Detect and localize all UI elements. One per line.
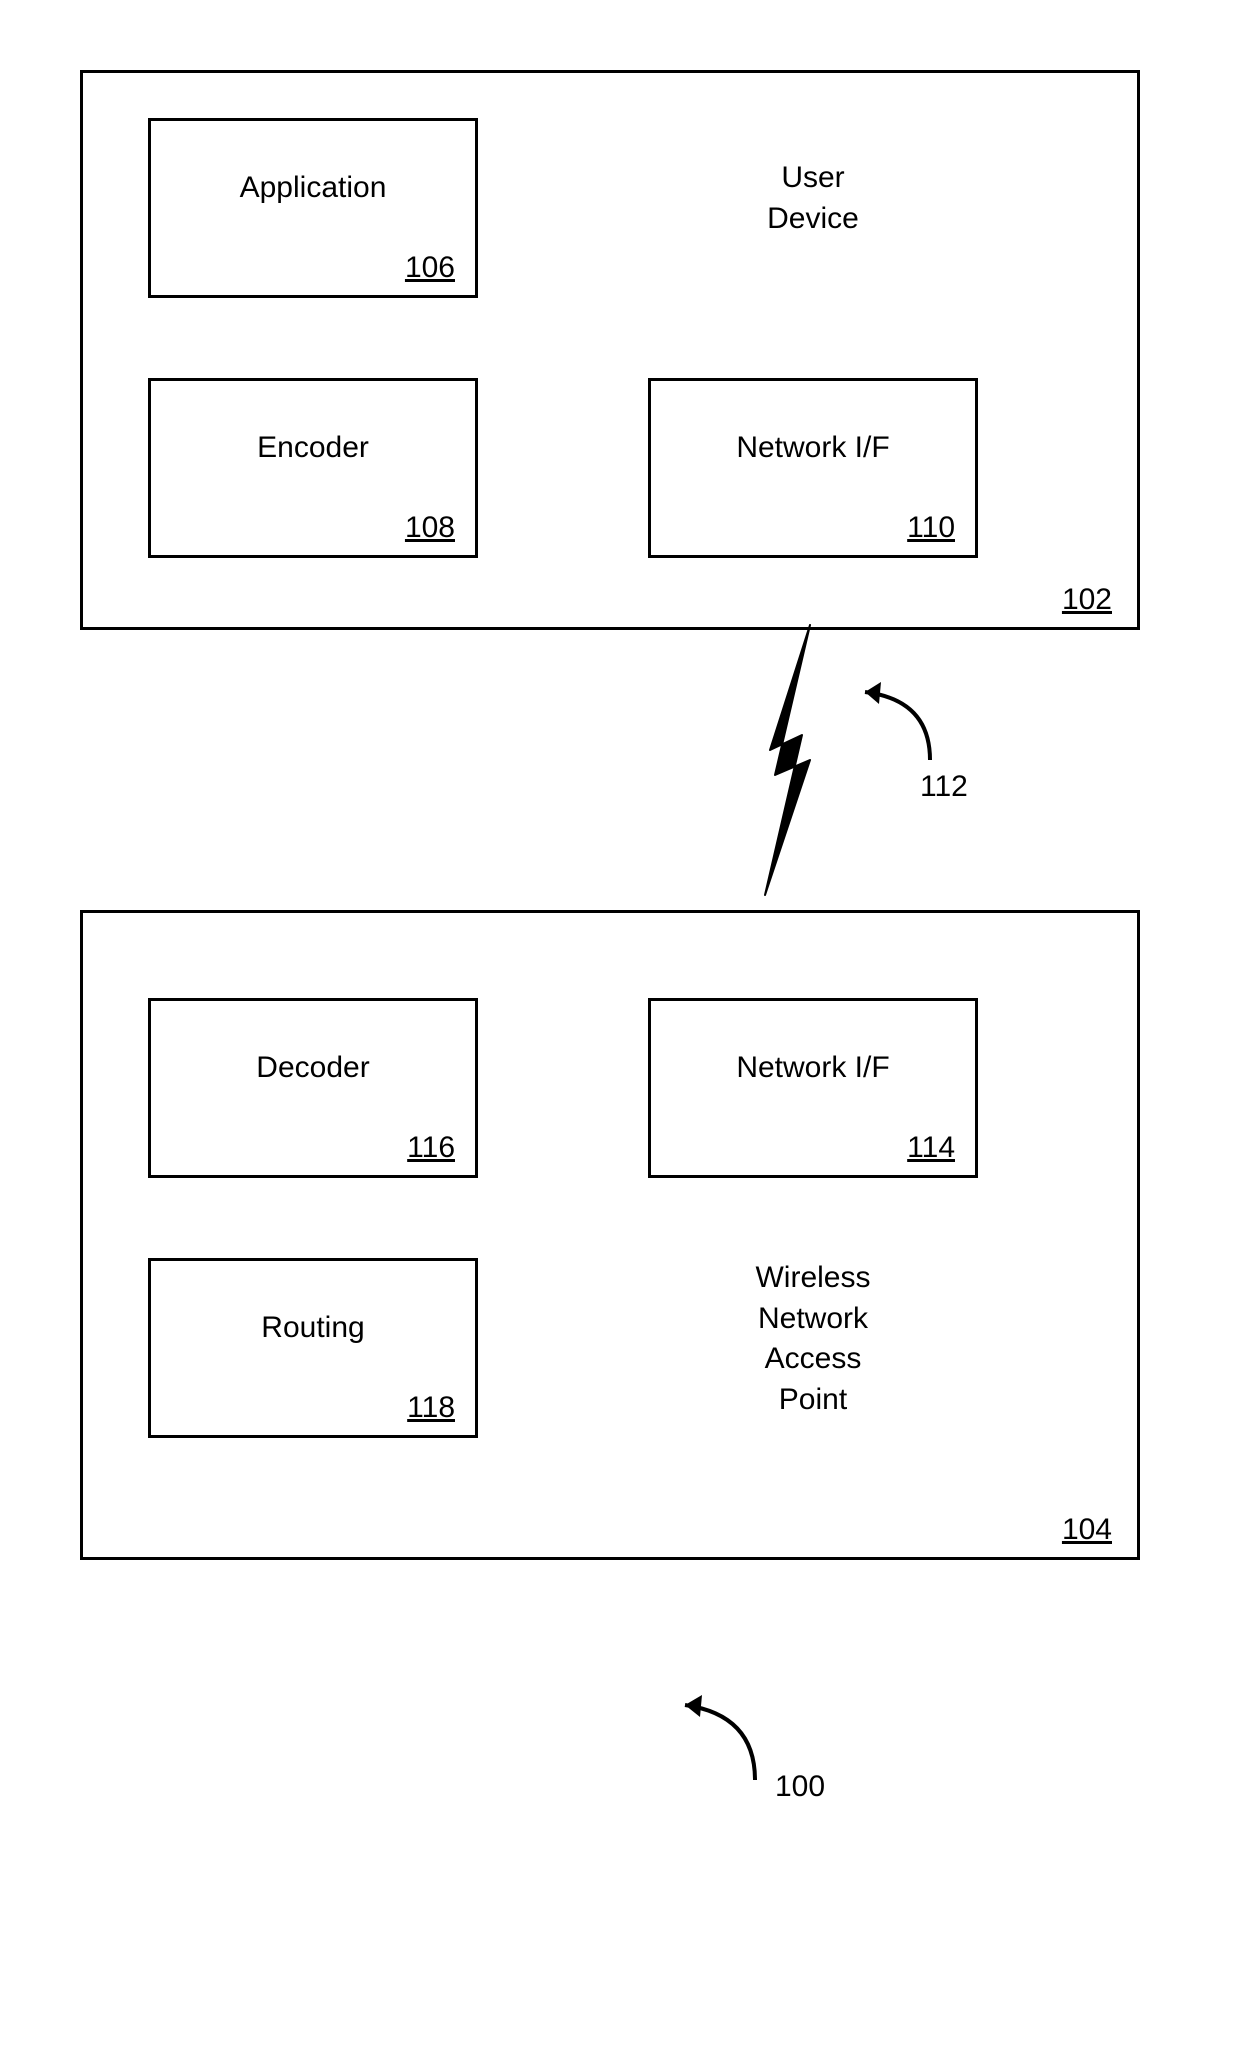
wireless-link-icon (720, 620, 860, 900)
ap-network-if-ref: 114 (907, 1131, 955, 1165)
encoder-ref: 108 (405, 511, 455, 545)
access-point-title-line1: Wireless (755, 1261, 870, 1294)
routing-ref: 118 (407, 1391, 455, 1425)
user-device-container: Application 106 Encoder 108 Network I/F … (80, 70, 1140, 630)
user-network-if-ref: 110 (907, 511, 955, 545)
decoder-ref: 116 (407, 1131, 455, 1165)
user-network-if-box: Network I/F 110 (648, 378, 978, 558)
routing-label: Routing (151, 1311, 475, 1345)
user-device-ref: 102 (1062, 583, 1112, 617)
encoder-box: Encoder 108 (148, 378, 478, 558)
access-point-title-line4: Point (779, 1383, 847, 1416)
encoder-label: Encoder (151, 431, 475, 465)
user-network-if-label: Network I/F (651, 431, 975, 465)
figure-ref: 100 (775, 1770, 825, 1804)
application-label: Application (151, 171, 475, 205)
user-device-title: User Device (703, 158, 923, 239)
access-point-ref: 104 (1062, 1513, 1112, 1547)
access-point-title-line2: Network (758, 1302, 868, 1335)
ap-network-if-label: Network I/F (651, 1051, 975, 1085)
wireless-link-ref: 112 (920, 770, 968, 804)
wireless-link-arrow-icon (845, 680, 945, 770)
routing-box: Routing 118 (148, 1258, 478, 1438)
decoder-box: Decoder 116 (148, 998, 478, 1178)
user-device-title-line1: User (781, 161, 844, 194)
application-ref: 106 (405, 251, 455, 285)
ap-network-if-box: Network I/F 114 (648, 998, 978, 1178)
access-point-title-line3: Access (765, 1342, 862, 1375)
access-point-title: Wireless Network Access Point (703, 1258, 923, 1420)
application-box: Application 106 (148, 118, 478, 298)
figure-arrow-icon (660, 1690, 770, 1790)
access-point-container: Decoder 116 Network I/F 114 Routing 118 … (80, 910, 1140, 1560)
user-device-title-line2: Device (767, 202, 859, 235)
decoder-label: Decoder (151, 1051, 475, 1085)
